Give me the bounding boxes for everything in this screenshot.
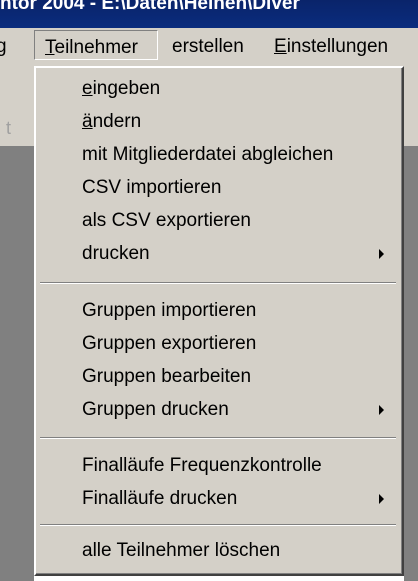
menu-separator bbox=[40, 282, 396, 284]
menu-item-label: Gruppen exportieren bbox=[82, 333, 257, 354]
toolbar-fragment: t bbox=[6, 118, 12, 138]
menu-item-gruppen-exportieren[interactable]: Gruppen exportieren bbox=[82, 327, 386, 360]
menu-item-label: Gruppen importieren bbox=[82, 300, 257, 321]
menu-item-drucken[interactable]: drucken bbox=[82, 237, 386, 270]
menu-item-teilnehmer[interactable]: Teilnehmer bbox=[34, 30, 158, 60]
menu-accel-t: T bbox=[45, 37, 55, 58]
menu-item-gruppen-importieren[interactable]: Gruppen importieren bbox=[82, 294, 386, 327]
menu-item-erstellen[interactable]: erstellen bbox=[172, 36, 244, 58]
menu-label-rest: eilnehmer bbox=[54, 37, 138, 58]
menu-item-finallaeufe-frequenzkontrolle[interactable]: Finalläufe Frequenzkontrolle bbox=[82, 449, 386, 482]
menu-item-label: ndern bbox=[92, 111, 142, 132]
menu-item-label: ingeben bbox=[92, 78, 161, 99]
menu-item-label: Finalläufe drucken bbox=[82, 488, 238, 509]
menu-item-csv-importieren[interactable]: CSV importieren bbox=[82, 171, 386, 204]
menu-separator bbox=[40, 437, 396, 439]
menu-item-finallaeufe-drucken[interactable]: Finalläufe drucken bbox=[82, 482, 386, 515]
menu-item-label: drucken bbox=[82, 243, 150, 264]
menu-item-alle-teilnehmer-loeschen[interactable]: alle Teilnehmer löschen bbox=[82, 534, 386, 567]
submenu-arrow-icon bbox=[379, 494, 384, 504]
menu-item-mitglieder-abgleichen[interactable]: mit Mitgliederdatei abgleichen bbox=[82, 138, 386, 171]
menu-accel: ä bbox=[82, 111, 93, 132]
menu-accel-e: E bbox=[274, 36, 287, 57]
menu-item-label: CSV importieren bbox=[82, 177, 222, 198]
toolbar-strip: t bbox=[0, 66, 34, 147]
submenu-arrow-icon bbox=[379, 249, 384, 259]
menu-item-partial[interactable]: g bbox=[0, 36, 7, 58]
workspace-left bbox=[0, 147, 34, 581]
menu-item-gruppen-bearbeiten[interactable]: Gruppen bearbeiten bbox=[82, 360, 386, 393]
menu-item-label: mit Mitgliederdatei abgleichen bbox=[82, 144, 334, 165]
menu-label-rest: instellungen bbox=[286, 36, 389, 57]
menu-item-einstellungen[interactable]: Einstellungen bbox=[274, 36, 388, 58]
menu-accel: e bbox=[82, 78, 93, 99]
menu-item-label: als CSV exportieren bbox=[82, 210, 251, 231]
submenu-arrow-icon bbox=[379, 405, 384, 415]
menu-item-label: Gruppen bearbeiten bbox=[82, 366, 252, 387]
menu-item-eingeben[interactable]: eingeben bbox=[82, 72, 386, 105]
toolbar-strip-right bbox=[404, 66, 418, 147]
workspace-right bbox=[404, 147, 418, 581]
menu-item-label: Gruppen drucken bbox=[82, 399, 229, 420]
menu-item-csv-exportieren[interactable]: als CSV exportieren bbox=[82, 204, 386, 237]
menu-bar: g Teilnehmer erstellen Einstellungen bbox=[0, 28, 418, 66]
menu-item-gruppen-drucken[interactable]: Gruppen drucken bbox=[82, 393, 386, 426]
title-bar: ntor 2004 - E:\Daten\Heinen\Diver bbox=[0, 0, 418, 28]
window-title: ntor 2004 - E:\Daten\Heinen\Diver bbox=[0, 0, 300, 14]
teilnehmer-dropdown-menu: eingeben ändern mit Mitgliederdatei abgl… bbox=[34, 66, 404, 576]
menu-item-aendern[interactable]: ändern bbox=[82, 105, 386, 138]
menu-item-label: alle Teilnehmer löschen bbox=[82, 540, 281, 561]
menu-item-label: Finalläufe Frequenzkontrolle bbox=[82, 455, 322, 476]
menu-separator bbox=[40, 524, 396, 526]
